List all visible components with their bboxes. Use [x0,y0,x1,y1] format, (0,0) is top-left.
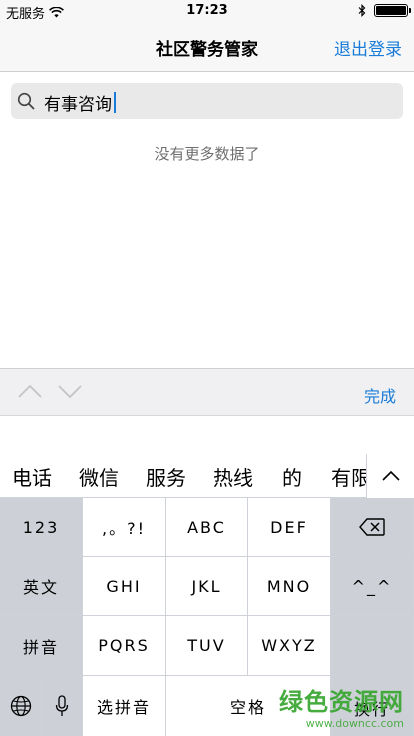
microphone-key[interactable] [42,676,83,736]
key-select-pinyin[interactable]: 选拼音 [83,676,166,736]
globe-key[interactable] [0,676,42,736]
text-caret [114,92,116,113]
nav-bar: 社区警务管家 退出登录 [0,22,414,72]
candidate-item[interactable]: 电话 [12,462,52,491]
delete-key[interactable] [331,498,414,557]
battery-icon [374,4,411,17]
expand-candidates-button[interactable] [366,454,414,498]
key-123[interactable]: 123 [0,498,83,557]
key-punctuation[interactable]: ,。?! [83,498,166,557]
key-emoticon[interactable]: ^_^ [331,557,414,616]
candidate-item[interactable]: 服务 [146,462,186,491]
search-input[interactable]: 有事咨询 [11,83,403,119]
search-value-wrap: 有事咨询 [44,90,116,115]
search-area: 有事咨询 [0,73,414,133]
microphone-icon [55,695,69,716]
keyboard-accessory-bar: 完成 [0,368,414,416]
chevron-up-icon[interactable] [17,383,43,399]
chevron-down-icon[interactable] [57,383,83,399]
key-jkl[interactable]: JKL [166,557,248,616]
keyboard: 123 ,。?! ABC DEF 英文 GHI JKL MNO ^_^ 拼音 P… [0,498,414,736]
candidate-bar: 电话 微信 服务 热线 的 有限 [0,454,414,498]
composition-strip [0,417,414,454]
key-newline[interactable]: 换行 [331,616,414,736]
key-wxyz[interactable]: WXYZ [248,616,331,676]
status-bar: 无服务 17:23 [0,0,414,22]
status-right [358,4,411,17]
globe-icon [10,695,31,717]
candidate-item[interactable]: 微信 [79,462,119,491]
key-tuv[interactable]: TUV [166,616,248,676]
key-mno[interactable]: MNO [248,557,331,616]
key-def[interactable]: DEF [248,498,331,557]
key-ghi[interactable]: GHI [83,557,166,616]
key-space[interactable]: 空格 [166,676,331,736]
key-abc[interactable]: ABC [166,498,248,557]
key-pqrs[interactable]: PQRS [83,616,166,676]
battery-fill [376,6,406,15]
status-time: 17:23 [186,3,228,18]
search-icon [17,92,35,110]
logout-button[interactable]: 退出登录 [334,35,402,60]
search-value: 有事咨询 [44,95,112,115]
bluetooth-icon [358,4,366,17]
chevron-up-icon [381,471,400,481]
key-newline-label: 换行 [353,700,390,719]
candidate-item[interactable]: 热线 [213,462,253,491]
done-button[interactable]: 完成 [364,383,396,407]
key-pinyin[interactable]: 拼音 [0,616,83,676]
empty-message: 没有更多数据了 [154,145,260,163]
candidate-item[interactable]: 有限 [331,462,371,491]
candidate-item[interactable]: 的 [282,462,302,491]
backspace-icon [359,518,385,536]
key-english[interactable]: 英文 [0,557,83,616]
